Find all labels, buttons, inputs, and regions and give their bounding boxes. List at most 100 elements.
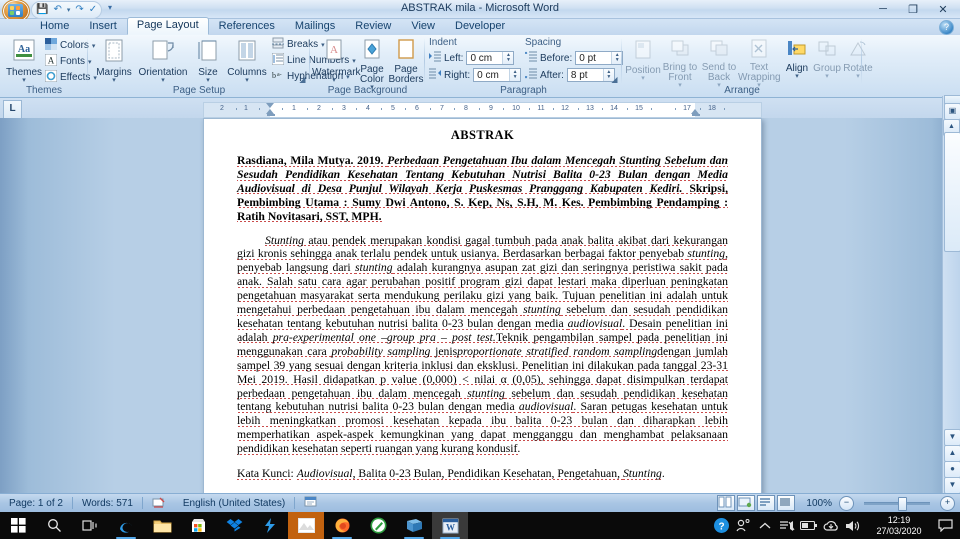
zoom-slider-thumb[interactable] (898, 497, 907, 511)
position-button[interactable]: Position ▾ (624, 39, 662, 82)
edge-button[interactable] (108, 512, 144, 539)
file-explorer-button[interactable] (144, 512, 180, 539)
firefox-button[interactable] (324, 512, 360, 539)
citation-paragraph[interactable]: Rasdiana, Mila Mutya. 2019. Perbedaan Pe… (237, 154, 728, 224)
document-canvas[interactable]: ABSTRAK Rasdiana, Mila Mutya. 2019. Perb… (0, 118, 960, 494)
tab-references[interactable]: References (209, 18, 285, 35)
send-to-back-button[interactable]: Send to Back ▾ (700, 39, 738, 89)
paragraph-dialog-launcher[interactable]: ◢ (610, 75, 619, 84)
microsoft-store-button[interactable] (180, 512, 216, 539)
people-icon[interactable] (732, 512, 754, 539)
tab-review[interactable]: Review (345, 18, 401, 35)
indent-left-input[interactable]: 0 cm ▲ ▼ (466, 51, 515, 65)
indent-right-stepper[interactable]: ▲ ▼ (509, 69, 521, 81)
lightning-app-button[interactable] (252, 512, 288, 539)
tab-home[interactable]: Home (30, 18, 79, 35)
language-indicator[interactable]: English (United States) (174, 494, 294, 512)
watermark-caret-icon[interactable]: ▾ (312, 77, 356, 84)
action-center-button[interactable] (934, 512, 956, 539)
view-web-layout-button[interactable] (757, 495, 776, 511)
page-borders-button[interactable]: Page Borders (388, 39, 424, 85)
body-seg-13: jenis (430, 344, 458, 358)
photos-button[interactable] (288, 512, 324, 539)
search-button[interactable] (36, 512, 72, 539)
help-icon[interactable]: ? (939, 20, 954, 35)
group-button[interactable]: Group ▾ (811, 39, 843, 80)
bring-to-front-button[interactable]: Bring to Front ▾ (660, 39, 700, 89)
columns-caret-icon[interactable]: ▾ (225, 77, 269, 84)
tab-selector-button[interactable]: L (3, 100, 22, 119)
document-page[interactable]: ABSTRAK Rasdiana, Mila Mutya. 2019. Perb… (203, 118, 762, 494)
orientation-button[interactable]: Orientation ▾ (135, 39, 191, 84)
theme-fonts-button[interactable]: A Fonts ▾ (44, 53, 92, 69)
themes-caret-icon[interactable]: ▾ (4, 77, 44, 84)
columns-button[interactable]: Columns ▾ (225, 39, 269, 84)
tab-view[interactable]: View (401, 18, 445, 35)
previous-page-button[interactable]: ▲ (944, 445, 960, 462)
tab-insert[interactable]: Insert (79, 18, 127, 35)
indent-right-input[interactable]: 0 cm ▲ ▼ (473, 68, 522, 82)
orientation-caret-icon[interactable]: ▾ (135, 77, 191, 84)
task-view-button[interactable] (72, 512, 108, 539)
zoom-slider[interactable] (854, 496, 940, 511)
battery-icon[interactable] (798, 512, 820, 539)
rotate-caret-icon[interactable]: ▾ (841, 73, 875, 80)
body-seg-2: stunting (687, 247, 726, 261)
dropbox-button[interactable] (216, 512, 252, 539)
themes-button[interactable]: Aa Themes ▾ (4, 39, 44, 84)
tab-mailings[interactable]: Mailings (285, 18, 345, 35)
rotate-button[interactable]: Rotate ▾ (841, 39, 875, 80)
position-caret-icon[interactable]: ▾ (624, 75, 662, 82)
first-line-indent-marker[interactable] (266, 103, 275, 116)
abstract-body[interactable]: Stunting atau pendek merupakan kondisi g… (237, 233, 729, 457)
zoom-out-button[interactable]: − (839, 495, 854, 511)
close-button[interactable]: ✕ (928, 1, 958, 18)
volume-icon[interactable] (842, 512, 864, 539)
restore-button[interactable]: ❐ (898, 1, 928, 18)
select-browse-object-icon[interactable]: ▣ (944, 103, 960, 120)
next-page-button[interactable]: ▼ (944, 477, 960, 494)
text-wrapping-button[interactable]: Text Wrapping ▾ (738, 39, 781, 89)
scroll-thumb[interactable] (944, 132, 960, 252)
start-button[interactable] (0, 512, 36, 539)
track-changes-indicator[interactable] (295, 494, 327, 512)
spacing-after-input[interactable]: 8 pt ▲ ▼ (566, 68, 615, 82)
page-indicator[interactable]: Page: 1 of 2 (0, 494, 72, 512)
right-indent-marker[interactable] (691, 103, 700, 116)
onedrive-icon[interactable] (820, 512, 842, 539)
page-color-button[interactable]: Page Color ▾ (354, 39, 390, 91)
size-button[interactable]: Size ▾ (192, 39, 224, 84)
zoom-in-button[interactable]: + (940, 495, 955, 511)
margins-caret-icon[interactable]: ▾ (91, 77, 137, 84)
align-button[interactable]: Align ▾ (782, 39, 812, 80)
minimize-button[interactable]: ─ (868, 1, 898, 18)
group-caret-icon[interactable]: ▾ (811, 73, 843, 80)
tab-developer[interactable]: Developer (445, 18, 515, 35)
scroll-down-button[interactable]: ▼ (944, 429, 960, 446)
network-icon[interactable] (776, 512, 798, 539)
view-outline-button[interactable] (777, 495, 796, 511)
view-full-screen-reading-button[interactable] (737, 495, 756, 511)
keywords-paragraph[interactable]: Kata Kunci: Audiovisual, Balita 0-23 Bul… (237, 467, 728, 481)
word-count[interactable]: Words: 571 (73, 494, 142, 512)
tab-page-layout[interactable]: Page Layout (126, 17, 209, 35)
green-pen-app-button[interactable] (360, 512, 396, 539)
zoom-level[interactable]: 100% (796, 498, 839, 509)
taskbar-clock[interactable]: 12:19 27/03/2020 (864, 512, 934, 539)
blue-book-app-button[interactable] (396, 512, 432, 539)
align-caret-icon[interactable]: ▾ (782, 73, 812, 80)
page-setup-dialog-launcher[interactable]: ◢ (298, 75, 307, 84)
spacing-before-input[interactable]: 0 pt ▲ ▼ (575, 51, 624, 65)
margins-button[interactable]: Margins ▾ (91, 39, 137, 84)
view-print-layout-button[interactable] (717, 495, 736, 511)
horizontal-ruler[interactable]: 2 1 1 2 3 4 5 6 7 8 9 10 11 12 13 14 15 (203, 102, 762, 118)
help-circle-icon[interactable]: ? (710, 512, 732, 539)
vertical-scrollbar[interactable]: ▣ ▲ ▼ ▲ ● ▼ (942, 95, 960, 494)
watermark-button[interactable]: A Watermark ▾ (312, 39, 361, 84)
proofing-status[interactable] (143, 494, 174, 512)
word-button[interactable]: W (432, 512, 468, 539)
browse-object-button[interactable]: ● (944, 461, 960, 478)
indent-left-stepper[interactable]: ▲ ▼ (502, 52, 514, 64)
size-caret-icon[interactable]: ▾ (192, 77, 224, 84)
show-hidden-icons-chevron[interactable] (754, 512, 776, 539)
